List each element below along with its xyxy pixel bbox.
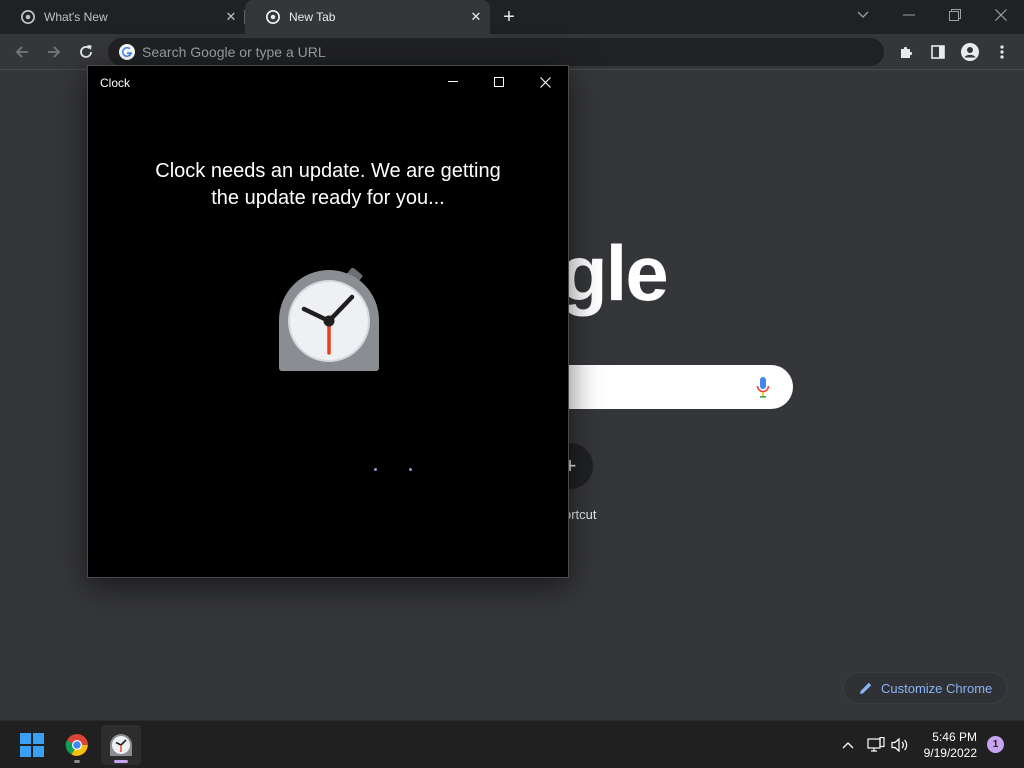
tab-search-icon[interactable]: [840, 0, 886, 30]
clock-app-icon: [279, 268, 379, 371]
system-time: 5:46 PM: [932, 730, 977, 744]
minimize-button[interactable]: [430, 66, 476, 98]
profile-avatar[interactable]: [956, 38, 984, 66]
update-message: Clock needs an update. We are getting th…: [155, 160, 501, 209]
close-window-button[interactable]: [978, 0, 1024, 30]
forward-button[interactable]: [40, 38, 68, 66]
tab-whats-new[interactable]: What's New ✕: [0, 0, 245, 34]
omnibox-placeholder: Search Google or type a URL: [142, 44, 326, 60]
reload-button[interactable]: [72, 38, 100, 66]
tab-label: New Tab: [289, 10, 336, 24]
back-button[interactable]: [8, 38, 36, 66]
chrome-icon: [266, 10, 280, 24]
restore-button[interactable]: [932, 0, 978, 30]
loading-dot: [374, 468, 377, 471]
google-g-icon: [119, 44, 135, 60]
new-tab-button[interactable]: +: [498, 6, 520, 28]
minimize-button[interactable]: [886, 0, 932, 30]
clock-app-window: Clock Clock needs an update. We are gett…: [87, 65, 569, 578]
customize-chrome-button[interactable]: Customize Chrome: [843, 672, 1007, 704]
google-logo: gle: [560, 229, 669, 317]
tab-label: What's New: [44, 10, 108, 24]
maximize-button[interactable]: [476, 66, 522, 98]
clock-app-icon: [110, 734, 132, 756]
chrome-icon: [21, 10, 35, 24]
running-indicator: [74, 760, 80, 763]
window-title: Clock: [100, 76, 131, 90]
start-button[interactable]: [12, 725, 52, 765]
close-button[interactable]: [522, 66, 568, 98]
windows-taskbar: 5:46 PM 9/19/2022: [0, 720, 1024, 768]
close-tab-icon[interactable]: ✕: [223, 9, 239, 25]
loading-dot: [409, 468, 412, 471]
windows-logo-icon: [20, 733, 44, 757]
side-panel-icon[interactable]: [924, 38, 952, 66]
taskbar-chrome-button[interactable]: [57, 725, 97, 765]
show-hidden-icons-chevron-icon[interactable]: [838, 735, 858, 755]
omnibox[interactable]: Search Google or type a URL: [108, 38, 884, 66]
close-tab-icon[interactable]: ✕: [468, 9, 484, 25]
tab-strip: What's New ✕ New Tab ✕ +: [0, 0, 1024, 34]
taskbar-clock-button[interactable]: [101, 725, 141, 765]
system-date: 9/19/2022: [923, 746, 977, 760]
active-indicator: [114, 760, 128, 763]
volume-icon[interactable]: [890, 735, 910, 755]
network-icon[interactable]: [866, 735, 886, 755]
chrome-icon: [65, 734, 88, 756]
notification-badge[interactable]: 1: [987, 736, 1004, 753]
clock-date-display[interactable]: 5:46 PM 9/19/2022: [924, 729, 977, 761]
customize-chrome-label: Customize Chrome: [881, 680, 993, 696]
tab-new-tab[interactable]: New Tab ✕: [245, 0, 490, 34]
chrome-menu-icon[interactable]: [988, 38, 1016, 66]
extensions-icon[interactable]: [892, 38, 920, 66]
microphone-icon[interactable]: [756, 376, 770, 398]
pencil-icon: [860, 682, 872, 694]
